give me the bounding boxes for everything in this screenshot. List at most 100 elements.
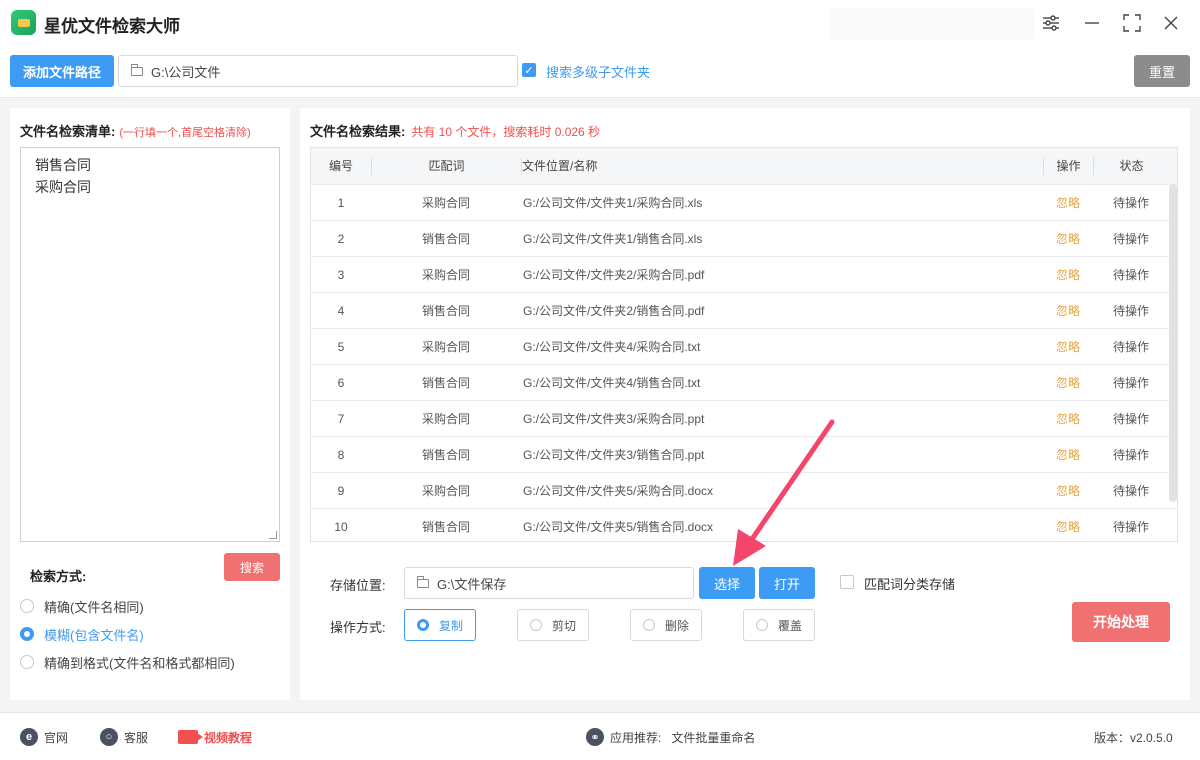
- classify-checkbox-label[interactable]: 匹配词分类存储: [864, 574, 955, 593]
- table-row[interactable]: 6 销售合同 G:/公司文件/文件夹4/销售合同.txt 忽略 待操作: [311, 364, 1177, 400]
- minimize-icon[interactable]: [1079, 10, 1105, 36]
- table-row[interactable]: 3 采购合同 G:/公司文件/文件夹2/采购合同.pdf 忽略 待操作: [311, 256, 1177, 292]
- table-row[interactable]: 4 销售合同 G:/公司文件/文件夹2/销售合同.pdf 忽略 待操作: [311, 292, 1177, 328]
- video-tutorial-link[interactable]: 视频教程: [178, 728, 252, 746]
- radio-icon[interactable]: [755, 619, 768, 631]
- classify-checkbox[interactable]: [840, 575, 854, 589]
- cell-op-ignore[interactable]: 忽略: [1043, 194, 1093, 211]
- recommend-app-link[interactable]: 文件批量重命名: [671, 729, 755, 746]
- cell-path: G:/公司文件/文件夹5/销售合同.docx: [523, 520, 714, 534]
- link-icon: ⚭: [586, 728, 604, 746]
- cell-no: 2: [337, 231, 345, 246]
- radio-selected-icon[interactable]: [416, 619, 429, 631]
- op-cut[interactable]: 剪切: [517, 609, 589, 641]
- title-search-area[interactable]: [830, 8, 1035, 40]
- folder-icon: [417, 575, 429, 588]
- col-header-status: 状态: [1093, 157, 1169, 175]
- save-path-value: G:\文件保存: [437, 576, 507, 592]
- keyword-textarea[interactable]: 销售合同 采购合同: [20, 147, 280, 542]
- cell-path: G:/公司文件/文件夹2/销售合同.pdf: [523, 304, 705, 318]
- video-camera-icon: [178, 730, 203, 744]
- cell-op-ignore[interactable]: 忽略: [1043, 266, 1093, 283]
- cell-path: G:/公司文件/文件夹1/销售合同.xls: [523, 232, 703, 246]
- table-row[interactable]: 2 销售合同 G:/公司文件/文件夹1/销售合同.xls 忽略 待操作: [311, 220, 1177, 256]
- cell-status: 待操作: [1112, 268, 1149, 282]
- cell-op-ignore[interactable]: 忽略: [1043, 338, 1093, 355]
- radio-icon[interactable]: [642, 619, 655, 631]
- title-bar: 星优文件检索大师: [0, 0, 1200, 46]
- cell-status: 待操作: [1112, 232, 1149, 246]
- reset-button[interactable]: 重置: [1134, 55, 1190, 87]
- app-title: 星优文件检索大师: [44, 17, 180, 36]
- app-recommend[interactable]: ⚭ 应用推荐: 文件批量重命名: [586, 728, 755, 746]
- results-panel: 文件名检索结果: 共有 10 个文件，搜索耗时 0.026 秒 编号 匹配词 文件…: [300, 108, 1190, 700]
- website-link[interactable]: e 官网: [20, 728, 68, 746]
- table-row[interactable]: 7 采购合同 G:/公司文件/文件夹3/采购合同.ppt 忽略 待操作: [311, 400, 1177, 436]
- table-scrollbar[interactable]: [1169, 184, 1177, 502]
- cell-path: G:/公司文件/文件夹5/采购合同.docx: [523, 484, 714, 498]
- cell-op-ignore[interactable]: 忽略: [1043, 374, 1093, 391]
- cell-no: 8: [337, 447, 345, 462]
- cell-op-ignore[interactable]: 忽略: [1043, 482, 1093, 499]
- cell-path: G:/公司文件/文件夹2/采购合同.pdf: [523, 268, 705, 282]
- radio-selected-icon[interactable]: [20, 627, 34, 641]
- mode-fuzzy[interactable]: 模糊(包含文件名): [20, 624, 144, 644]
- settings-sliders-icon[interactable]: [1038, 10, 1064, 36]
- cell-keyword: 销售合同: [421, 304, 470, 318]
- cell-keyword: 采购合同: [421, 268, 470, 282]
- cell-no: 10: [334, 519, 348, 534]
- subfolder-checkbox[interactable]: ✓: [522, 63, 536, 77]
- cell-path: G:/公司文件/文件夹3/采购合同.ppt: [523, 412, 705, 426]
- path-input[interactable]: G:\公司文件: [118, 55, 518, 87]
- start-button[interactable]: 开始处理: [1072, 602, 1170, 642]
- subfolder-checkbox-label[interactable]: 搜索多级子文件夹: [546, 62, 650, 81]
- cell-op-ignore[interactable]: 忽略: [1043, 410, 1093, 427]
- op-delete[interactable]: 删除: [630, 609, 702, 641]
- cell-keyword: 销售合同: [421, 520, 470, 534]
- choose-button[interactable]: 选择: [699, 567, 755, 599]
- table-row[interactable]: 10 销售合同 G:/公司文件/文件夹5/销售合同.docx 忽略 待操作: [311, 508, 1177, 541]
- table-row[interactable]: 9 采购合同 G:/公司文件/文件夹5/采购合同.docx 忽略 待操作: [311, 472, 1177, 508]
- table-row[interactable]: 1 采购合同 G:/公司文件/文件夹1/采购合同.xls 忽略 待操作: [311, 184, 1177, 220]
- cell-keyword: 销售合同: [421, 448, 470, 462]
- save-location-label: 存储位置:: [330, 578, 386, 593]
- cell-op-ignore[interactable]: 忽略: [1043, 518, 1093, 535]
- table-row[interactable]: 5 采购合同 G:/公司文件/文件夹4/采购合同.txt 忽略 待操作: [311, 328, 1177, 364]
- col-header-keyword: 匹配词: [371, 157, 521, 175]
- cell-no: 9: [337, 483, 345, 498]
- cell-status: 待操作: [1112, 304, 1149, 318]
- col-header-path: 文件位置/名称: [521, 157, 1043, 175]
- resize-grip-icon[interactable]: [269, 531, 277, 539]
- app-logo-icon: [11, 10, 36, 35]
- cell-op-ignore[interactable]: 忽略: [1043, 446, 1093, 463]
- radio-icon[interactable]: [20, 655, 34, 669]
- save-path-input[interactable]: G:\文件保存: [404, 567, 694, 599]
- version-label: 版本：v2.0.5.0: [1094, 730, 1173, 745]
- radio-icon[interactable]: [20, 599, 34, 613]
- search-button[interactable]: 搜索: [224, 553, 280, 581]
- ie-browser-icon: e: [20, 728, 38, 746]
- mode-exact-format[interactable]: 精确到格式(文件名和格式都相同): [20, 652, 235, 672]
- path-value: G:\公司文件: [151, 64, 221, 80]
- support-link[interactable]: ○ 客服: [100, 728, 148, 746]
- op-overwrite[interactable]: 覆盖: [743, 609, 815, 641]
- cell-status: 待操作: [1112, 196, 1149, 210]
- mode-exact[interactable]: 精确(文件名相同): [20, 596, 144, 616]
- table-row[interactable]: 8 销售合同 G:/公司文件/文件夹3/销售合同.ppt 忽略 待操作: [311, 436, 1177, 472]
- radio-icon[interactable]: [529, 619, 542, 631]
- operation-mode-label: 操作方式:: [330, 620, 386, 635]
- cell-op-ignore[interactable]: 忽略: [1043, 302, 1093, 319]
- toolbar: 添加文件路径 G:\公司文件 ✓ 搜索多级子文件夹 重置: [0, 46, 1200, 98]
- cell-op-ignore[interactable]: 忽略: [1043, 230, 1093, 247]
- cell-keyword: 采购合同: [421, 340, 470, 354]
- results-table: 编号 匹配词 文件位置/名称 操作 状态 1 采购合同 G:/公司文件/文件夹1/采…: [310, 147, 1178, 542]
- close-icon[interactable]: [1158, 10, 1184, 36]
- cell-keyword: 采购合同: [421, 412, 470, 426]
- add-path-button[interactable]: 添加文件路径: [10, 55, 114, 87]
- maximize-icon[interactable]: [1119, 10, 1145, 36]
- keyword-line: 销售合同: [35, 157, 91, 173]
- open-button[interactable]: 打开: [759, 567, 815, 599]
- chat-bubble-icon: ○: [100, 728, 118, 746]
- op-copy[interactable]: 复制: [404, 609, 476, 641]
- results-summary: 共有 10 个文件，搜索耗时 0.026 秒: [411, 125, 601, 139]
